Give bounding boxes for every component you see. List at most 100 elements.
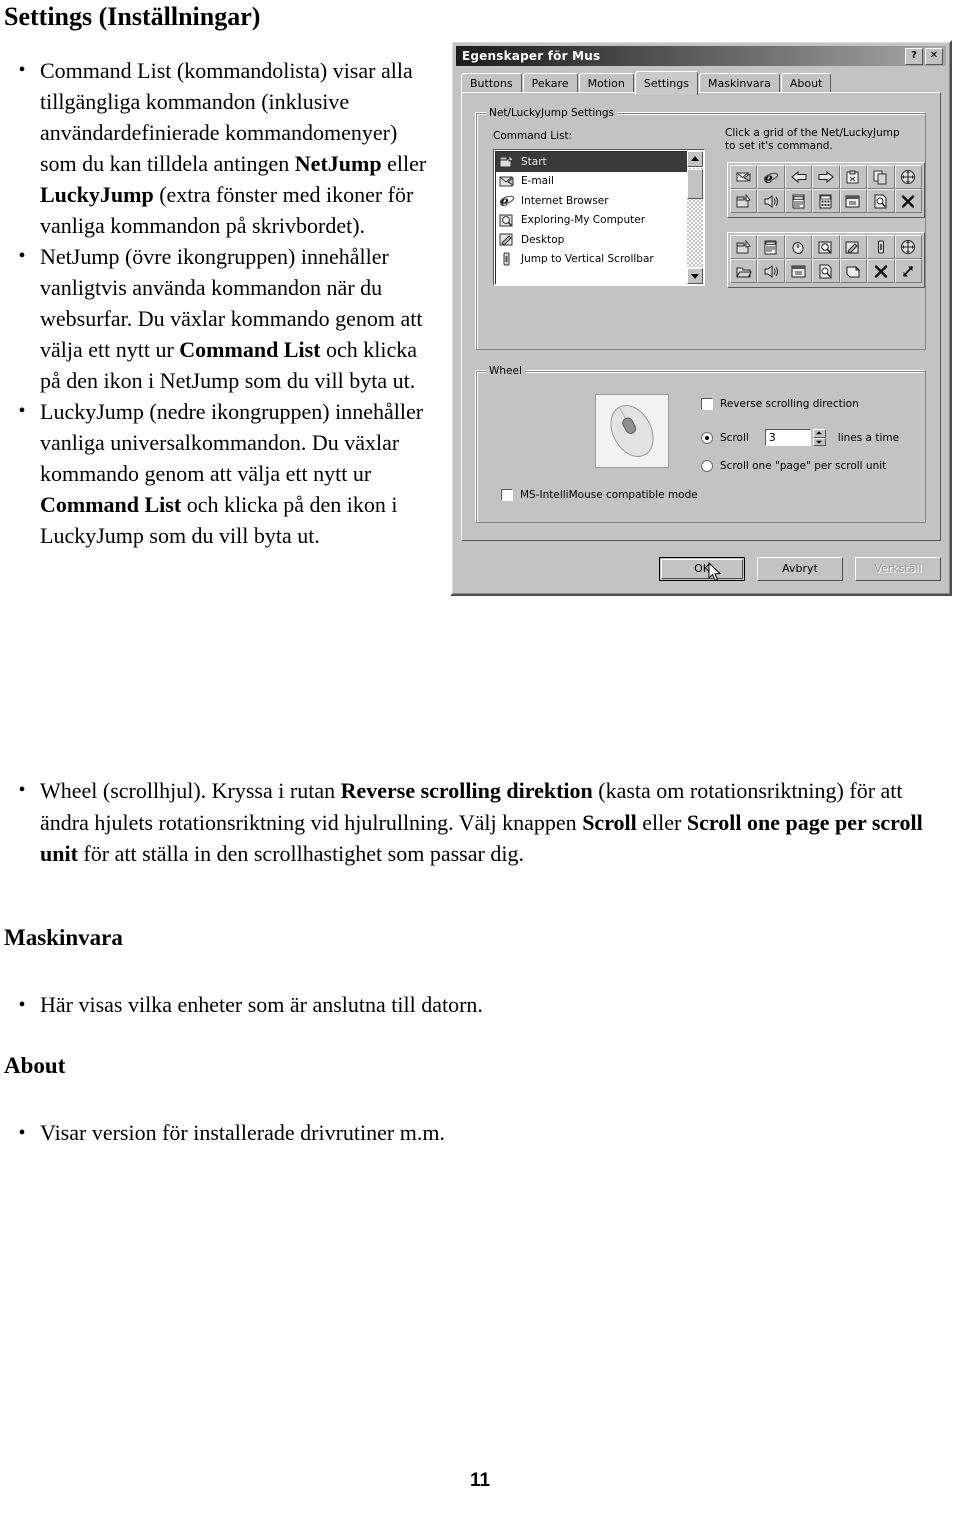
list-item-internet-browser[interactable]: e Internet Browser <box>496 191 703 211</box>
intellimouse-checkbox-row[interactable]: MS-IntelliMouse compatible mode <box>501 489 698 501</box>
spinner-down-icon[interactable] <box>812 437 826 446</box>
list-item: • LuckyJump (nedre ikongruppen) innehåll… <box>4 396 434 551</box>
scrollbar-thumb[interactable] <box>687 169 703 199</box>
grid-cell-scrollbar-icon[interactable] <box>867 235 895 259</box>
explorer-icon <box>499 213 515 228</box>
grid-cell-copy-icon[interactable] <box>867 165 895 189</box>
tab-settings[interactable]: Settings <box>634 71 698 95</box>
grid-cell-move-icon[interactable] <box>894 165 922 189</box>
grid-cell-start-icon[interactable] <box>730 189 758 213</box>
intellimouse-checkbox[interactable] <box>501 489 513 501</box>
scroll-lines-radio[interactable] <box>701 431 713 444</box>
bullet-dot-icon: • <box>18 1122 26 1144</box>
grid-cell-back-arrow-icon[interactable] <box>784 165 813 189</box>
command-list-items[interactable]: Start E-mail e Internet Browser Explorin… <box>495 151 703 284</box>
grid-cell-speaker-icon[interactable] <box>757 259 785 283</box>
reverse-scrolling-label: Reverse scrolling direction <box>720 398 859 410</box>
grid-hint-text: Click a grid of the Net/LuckyJump to set… <box>725 127 900 153</box>
bullet-dot-icon: • <box>18 59 26 81</box>
scroll-up-button[interactable] <box>687 151 703 167</box>
bullet-text-luckyjump: LuckyJump (nedre ikongruppen) innehåller… <box>40 399 424 548</box>
group-wheel: Wheel Reverse scrolling direction Scroll… <box>476 365 926 523</box>
grid-cell-mail-icon[interactable] <box>730 165 758 189</box>
section-heading-maskinvara: Maskinvara <box>4 925 123 950</box>
scroll-lines-input[interactable]: 3 <box>764 429 811 446</box>
grid-cell-find-icon[interactable] <box>812 235 840 259</box>
list-item-desktop[interactable]: Desktop <box>496 230 703 250</box>
grid-cell-ie-icon[interactable]: e <box>757 165 785 189</box>
bullet-dot-icon: • <box>18 779 26 801</box>
close-icon[interactable]: ✕ <box>925 47 943 65</box>
grid-cell-window-icon[interactable] <box>784 259 813 283</box>
list-item-start[interactable]: Start <box>496 152 703 172</box>
scroll-lines-spinner[interactable] <box>812 429 826 446</box>
scroll-page-label: Scroll one "page" per scroll unit <box>720 460 887 472</box>
grid-cell-clipboard-icon[interactable] <box>839 165 868 189</box>
reverse-scrolling-checkbox[interactable] <box>701 398 713 410</box>
tab-panel-settings: Net/LuckyJump Settings Command List: Sta… <box>461 92 941 541</box>
grid-cell-calculator-icon[interactable] <box>812 189 840 213</box>
lines-a-time-label: lines a time <box>837 431 900 444</box>
tab-maskinvara[interactable]: Maskinvara <box>698 73 780 93</box>
mail-icon <box>499 174 515 189</box>
grid-cell-speaker-icon[interactable] <box>757 189 785 213</box>
listbox-scrollbar[interactable] <box>687 151 703 284</box>
tab-about[interactable]: About <box>780 73 832 93</box>
group-legend-wheel: Wheel <box>486 365 525 377</box>
list-item-label: Jump to Vertical Scrollbar <box>521 253 654 266</box>
list-item-label: E-mail <box>521 175 554 188</box>
document-page: Settings (Inställningar) • Command List … <box>0 0 960 1518</box>
scroll-down-button[interactable] <box>687 268 703 284</box>
grid-cell-find-icon[interactable] <box>812 259 840 283</box>
grid-cell-menu-icon[interactable] <box>757 235 785 259</box>
apply-button[interactable]: Verkställ <box>855 557 941 581</box>
grid-cell-forward-arrow-icon[interactable] <box>812 165 840 189</box>
reverse-scrolling-checkbox-row[interactable]: Reverse scrolling direction <box>701 398 859 410</box>
luckyjump-icon-grid[interactable] <box>727 232 925 288</box>
scroll-page-radio[interactable] <box>701 460 713 472</box>
list-item-label: Exploring-My Computer <box>521 214 646 227</box>
tab-buttons[interactable]: Buttons <box>461 73 522 93</box>
bullet-text-wheel: Wheel (scrollhjul). Kryssa i rutan Rever… <box>40 778 923 866</box>
list-item-exploring-my-computer[interactable]: Exploring-My Computer <box>496 211 703 231</box>
grid-cell-move-icon[interactable] <box>894 235 922 259</box>
grid-hint-line-1: Click a grid of the Net/LuckyJump <box>725 127 900 139</box>
grid-cell-page-icon[interactable] <box>839 259 868 283</box>
scroll-lines-row[interactable]: Scroll 3 lines a time <box>701 429 899 446</box>
bullet-text-command-list: Command List (kommandolista) visar alla … <box>40 58 427 238</box>
tab-motion[interactable]: Motion <box>578 73 634 93</box>
bullet-text-netjump: NetJump (övre ikongruppen) innehåller va… <box>40 244 423 393</box>
titlebar-button-group: ? ✕ <box>905 47 946 65</box>
mouse-cursor-icon <box>708 562 722 582</box>
group-netluckyjump-settings: Net/LuckyJump Settings Command List: Sta… <box>476 107 926 350</box>
grid-cell-window-icon[interactable] <box>839 189 868 213</box>
list-item-label: Desktop <box>521 233 565 246</box>
list-item: • NetJump (övre ikongruppen) innehåller … <box>4 241 434 396</box>
desktop-icon <box>499 232 515 247</box>
grid-cell-folder-icon[interactable] <box>730 259 758 283</box>
grid-cell-find-icon[interactable] <box>867 189 895 213</box>
dialog-titlebar: Egenskaper för Mus ? ✕ <box>456 46 946 66</box>
grid-cell-desktop-icon[interactable] <box>839 235 868 259</box>
command-list-listbox[interactable]: Start E-mail e Internet Browser Explorin… <box>493 149 705 286</box>
spinner-up-icon[interactable] <box>812 429 826 438</box>
scroll-page-row[interactable]: Scroll one "page" per scroll unit <box>701 460 886 472</box>
grid-cell-start-icon[interactable] <box>730 235 758 259</box>
grid-cell-mouse-icon[interactable] <box>784 235 813 259</box>
list-item-label: Start <box>521 155 547 168</box>
list-item-email[interactable]: E-mail <box>496 172 703 192</box>
netjump-icon-grid[interactable]: e <box>727 162 925 218</box>
tab-pekare[interactable]: Pekare <box>522 73 578 93</box>
list-item: • Command List (kommandolista) visar all… <box>4 55 434 241</box>
ie-icon: e <box>499 193 515 210</box>
ok-button[interactable]: OK <box>659 557 745 582</box>
dialog-title: Egenskaper för Mus <box>462 49 601 63</box>
grid-cell-document-icon[interactable] <box>784 189 813 213</box>
grid-cell-close-x-icon[interactable] <box>894 189 922 213</box>
grid-cell-close-x-icon[interactable] <box>867 259 895 283</box>
grid-cell-resize-icon[interactable] <box>894 259 922 283</box>
section-heading-about: About <box>4 1053 66 1078</box>
list-item-jump-to-vertical-scrollbar[interactable]: Jump to Vertical Scrollbar <box>496 250 703 270</box>
help-icon[interactable]: ? <box>905 47 923 65</box>
cancel-button[interactable]: Avbryt <box>757 557 843 581</box>
